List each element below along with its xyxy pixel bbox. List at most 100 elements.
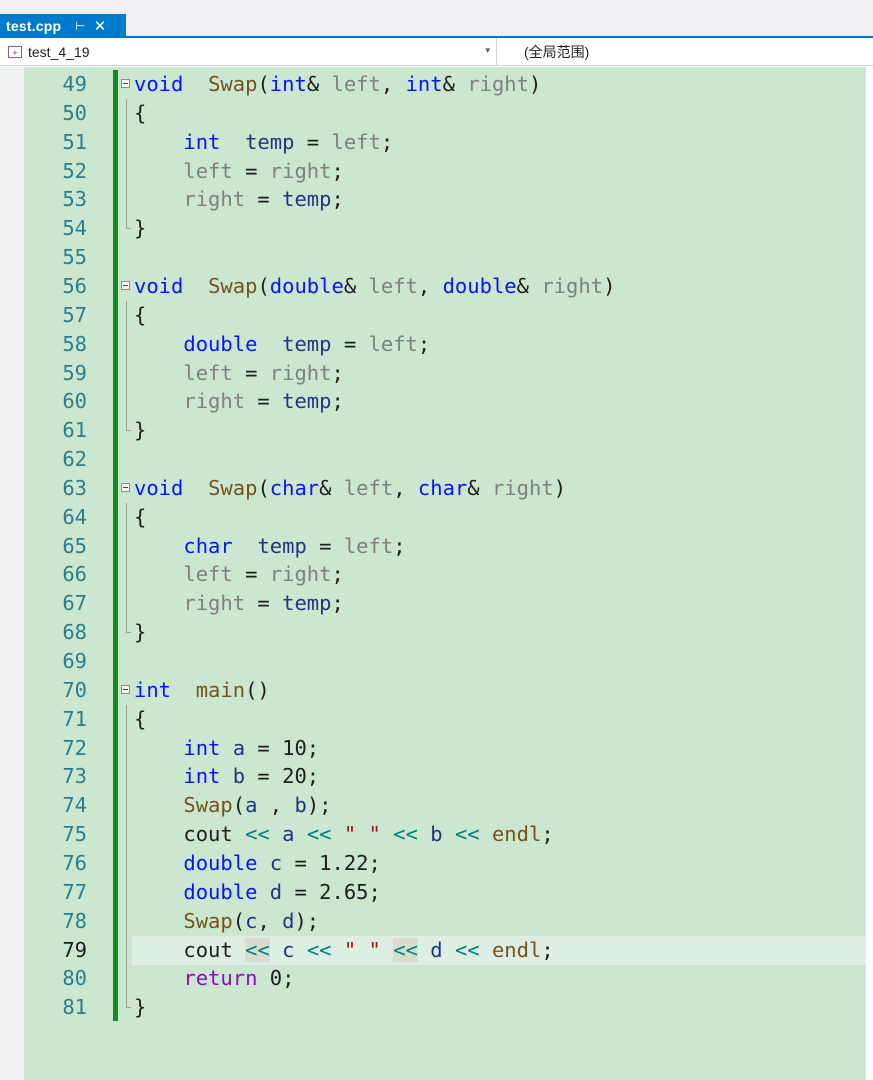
code-line[interactable]: 64 { — [0, 502, 866, 532]
code-text-area[interactable]: } — [132, 993, 866, 1022]
code-line[interactable]: 76 double c = 1.22; — [0, 848, 866, 878]
code-line[interactable]: 59 left = right; — [0, 358, 866, 388]
navigation-bar: + test_4_19 ▾ (全局范围) — [0, 38, 873, 66]
code-text-area[interactable]: void Swap(int& left, int& right) — [132, 70, 866, 99]
code-text-area[interactable]: char temp = left; — [132, 532, 866, 561]
code-text-area[interactable]: cout << a << " " << b << endl; — [132, 820, 866, 849]
code-text-area[interactable]: } — [132, 618, 866, 647]
code-text-area[interactable]: double temp = left; — [132, 330, 866, 359]
code-text: right = temp; — [134, 589, 343, 618]
close-icon[interactable]: ✕ — [94, 17, 107, 35]
code-text-area[interactable]: right = temp; — [132, 185, 866, 214]
line-number: 49 — [62, 72, 87, 96]
code-text-area[interactable]: int temp = left; — [132, 128, 866, 157]
code-token: ( — [257, 273, 270, 298]
code-line[interactable]: 73 int b = 20; — [0, 762, 866, 792]
code-text: int a = 10; — [134, 734, 319, 763]
code-text-area[interactable]: { — [132, 301, 866, 330]
code-text-area[interactable] — [132, 647, 866, 676]
code-text-area[interactable]: left = right; — [132, 157, 866, 186]
code-line[interactable]: 71 { — [0, 704, 866, 734]
code-line[interactable]: 52 left = right; — [0, 156, 866, 186]
code-token: } — [134, 418, 147, 443]
code-editor[interactable]: 49 void Swap(int& left, int& right) 50{51 … — [0, 67, 873, 1080]
code-text-area[interactable]: void Swap(double& left, double& right) — [132, 272, 866, 301]
code-line[interactable]: 60 right = temp; — [0, 387, 866, 417]
code-line[interactable]: 53 right = temp; — [0, 185, 866, 215]
outline-guide — [126, 156, 127, 186]
line-number: 72 — [62, 735, 87, 760]
code-line[interactable]: 79 cout << c << " " << d << endl; — [0, 935, 866, 965]
pin-icon[interactable]: ⊢ — [75, 19, 85, 33]
code-line[interactable]: 63 void Swap(char& left, char& right) — [0, 474, 866, 503]
code-line[interactable]: 49 void Swap(int& left, int& right) — [0, 70, 866, 99]
code-text-area[interactable]: int b = 20; — [132, 762, 866, 791]
collapse-icon[interactable] — [121, 684, 130, 694]
code-text-area[interactable]: { — [132, 705, 866, 734]
code-text-area[interactable]: right = temp; — [132, 589, 866, 618]
code-token: ( — [232, 793, 246, 818]
code-line[interactable]: 62 — [0, 445, 866, 474]
code-line[interactable]: 67 right = temp; — [0, 589, 866, 619]
project-dropdown[interactable]: + test_4_19 ▾ — [0, 38, 497, 65]
vertical-scrollbar[interactable] — [866, 67, 873, 1080]
outline-guide — [126, 906, 127, 936]
code-text: left = right; — [134, 359, 343, 388]
code-line[interactable]: 70 int main() — [0, 676, 866, 705]
chevron-down-icon[interactable]: ▾ — [485, 45, 490, 56]
code-text-area[interactable]: } — [132, 416, 866, 445]
code-text-area[interactable]: return 0; — [132, 964, 866, 993]
code-line[interactable]: 66 left = right; — [0, 560, 866, 590]
collapse-icon[interactable] — [121, 79, 130, 88]
code-line[interactable]: 75 cout << a << " " << b << endl; — [0, 820, 866, 850]
code-text-area[interactable]: cout << c << " " << d << endl; — [132, 935, 866, 965]
code-line[interactable]: 81} — [0, 993, 866, 1022]
code-text-area[interactable]: int a = 10; — [132, 734, 866, 763]
code-text-area[interactable]: Swap(c, d); — [132, 907, 866, 936]
line-number: 64 — [62, 504, 87, 529]
code-line[interactable]: 72 int a = 10; — [0, 733, 866, 763]
code-text-area[interactable]: double c = 1.22; — [132, 849, 866, 878]
code-text-area[interactable]: double d = 2.65; — [132, 878, 866, 907]
code-token: endl — [491, 937, 542, 962]
code-text-area[interactable] — [132, 243, 866, 272]
code-token: ; — [380, 129, 394, 154]
code-text-area[interactable]: void Swap(char& left, char& right) — [132, 474, 866, 503]
code-token: left — [343, 533, 394, 558]
code-text-area[interactable]: } — [132, 214, 866, 243]
code-line[interactable]: 61} — [0, 416, 866, 445]
code-text-area[interactable]: right = temp; — [132, 387, 866, 416]
code-line[interactable]: 58 double temp = left; — [0, 329, 866, 359]
code-token: << — [306, 822, 332, 847]
code-token: = — [232, 360, 270, 385]
code-token: << — [454, 937, 480, 962]
code-line[interactable]: 69 — [0, 647, 866, 676]
collapse-icon[interactable] — [121, 280, 130, 290]
code-line[interactable]: 74 Swap(a , b); — [0, 791, 866, 821]
code-line[interactable]: 54} — [0, 214, 866, 243]
tab-test-cpp[interactable]: test.cpp ⊢ ✕ — [0, 14, 126, 38]
code-line[interactable]: 78 Swap(c, d); — [0, 906, 866, 936]
code-line[interactable]: 56 void Swap(double& left, double& right) — [0, 272, 866, 301]
code-token: = 20; — [245, 764, 320, 789]
code-line[interactable]: 57 { — [0, 300, 866, 330]
code-text-area[interactable]: int main() — [132, 676, 866, 705]
code-line[interactable]: 55 — [0, 243, 866, 272]
collapse-icon[interactable] — [121, 482, 130, 492]
code-line[interactable]: 80 return 0; — [0, 964, 866, 994]
scope-dropdown[interactable]: (全局范围) — [524, 38, 589, 65]
code-line[interactable]: 68} — [0, 618, 866, 647]
code-text-area[interactable]: Swap(a , b); — [132, 791, 866, 820]
code-line[interactable]: 77 double d = 2.65; — [0, 877, 866, 907]
code-text-area[interactable]: left = right; — [132, 560, 866, 589]
code-line[interactable]: 50 { — [0, 98, 866, 128]
code-line[interactable]: 65 char temp = left; — [0, 531, 866, 561]
code-text-area[interactable]: { — [132, 99, 866, 128]
code-line[interactable]: 51 int temp = left; — [0, 127, 866, 157]
code-text-area[interactable]: left = right; — [132, 359, 866, 388]
code-text-area[interactable]: { — [132, 503, 866, 532]
code-token: = — [245, 187, 283, 212]
code-token: Swap — [208, 72, 258, 96]
code-text-area[interactable] — [132, 445, 866, 474]
